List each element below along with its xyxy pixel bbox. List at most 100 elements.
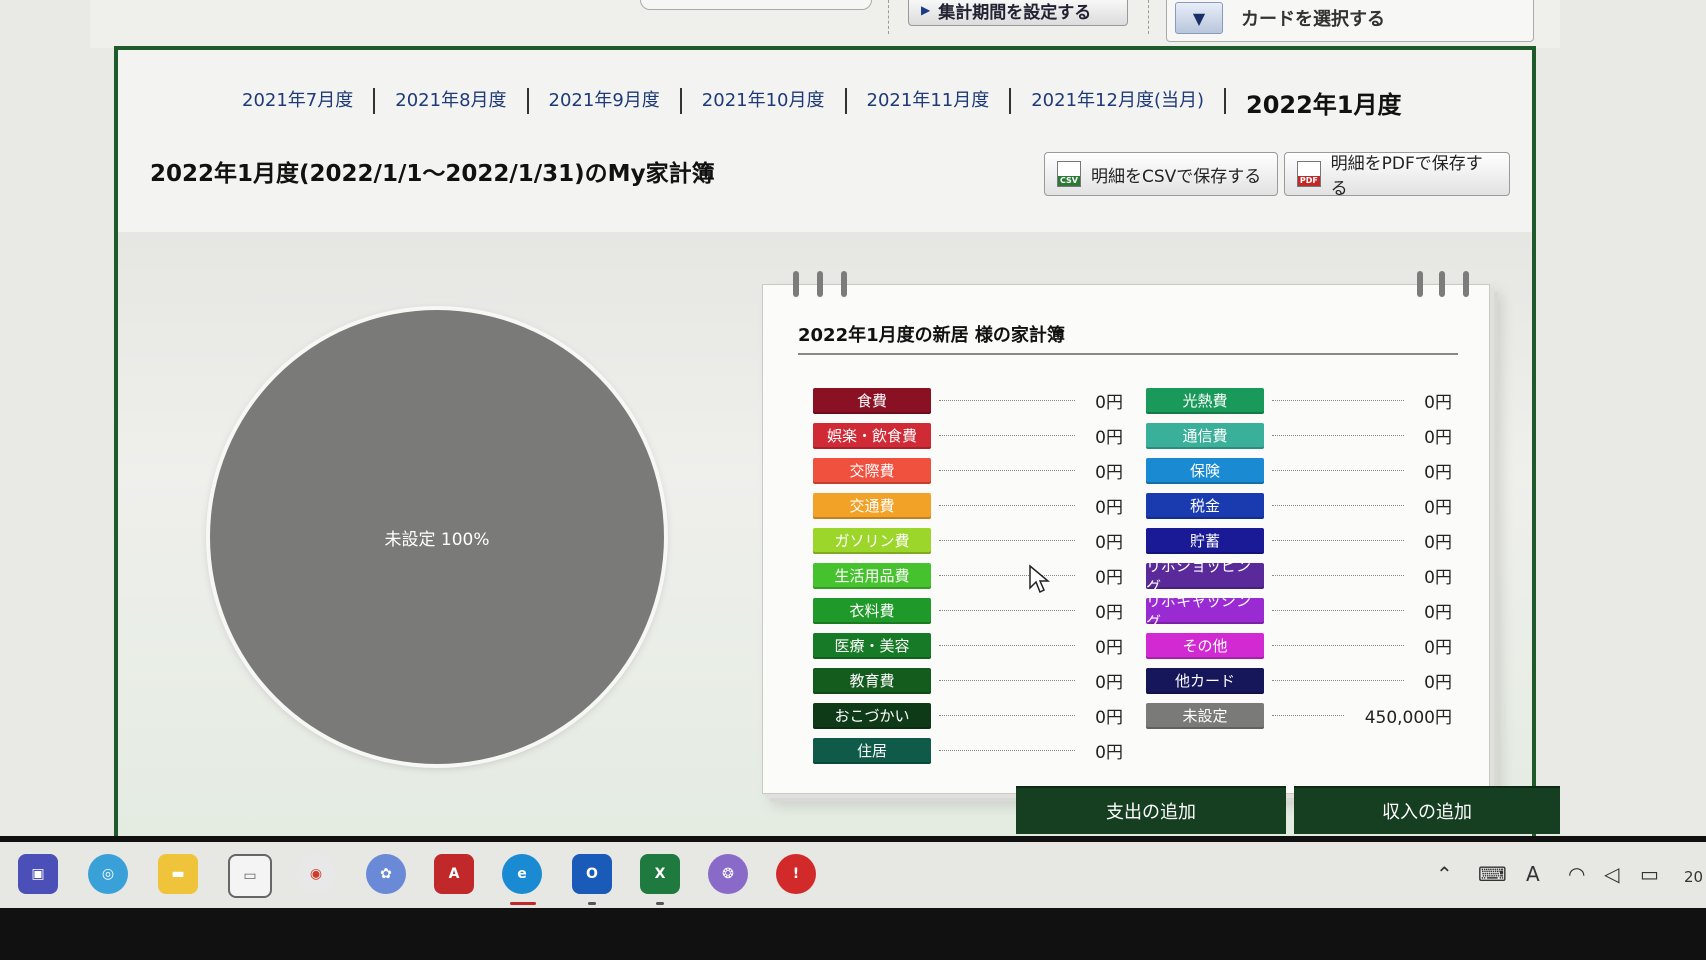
category-badge[interactable]: おこづかい [813, 702, 931, 729]
household-ledger-panel: 2021年7月度 2021年8月度 2021年9月度 2021年10月度 202… [114, 46, 1536, 840]
category-badge[interactable]: 娯楽・飲食費 [813, 422, 931, 449]
top-divider [888, 0, 889, 34]
globe-app-icon[interactable]: ◎ [88, 854, 128, 894]
category-amount: 0円 [1424, 603, 1452, 623]
category-badge[interactable]: 未設定 [1146, 702, 1264, 729]
category-row: 交通費 0円 [813, 488, 1123, 523]
category-row: 教育費 0円 [813, 663, 1123, 698]
dotted-leader [1272, 610, 1404, 611]
save-csv-label: 明細をCSVで保存する [1091, 166, 1262, 187]
category-row: 他カード 0円 [1146, 663, 1452, 698]
edge-active-indicator [510, 902, 536, 905]
file-explorer-icon[interactable]: ▬ [158, 854, 198, 894]
month-tab-2021-12[interactable]: 2021年12月度(当月) [1011, 88, 1226, 114]
category-amount: 0円 [1095, 638, 1123, 658]
category-amount: 450,000円 [1364, 708, 1452, 728]
acrobat-reader-icon[interactable]: A [434, 854, 474, 894]
category-badge[interactable]: 通信費 [1146, 422, 1264, 449]
ledger-title: 2022年1月度の新居 様の家計簿 [798, 325, 1065, 346]
category-amount: 0円 [1424, 533, 1452, 553]
csv-file-icon: CSV [1057, 161, 1081, 187]
dotted-leader [939, 715, 1075, 716]
clock[interactable]: 20 [1684, 868, 1703, 886]
category-amount: 0円 [1095, 428, 1123, 448]
dotted-leader [1272, 400, 1404, 401]
category-badge[interactable]: 衣料費 [813, 597, 931, 624]
month-tab-2021-07[interactable]: 2021年7月度 [242, 88, 376, 114]
category-badge[interactable]: 光熱費 [1146, 387, 1264, 414]
dotted-leader [1272, 470, 1404, 471]
month-tab-2021-09[interactable]: 2021年9月度 [529, 88, 682, 114]
windows-taskbar: ▣ ◎ ▬ ▭ ◉ ✿ A e O X ❂ ! ⌃ ⌨ A ◠ ◁ ▭ 20 [0, 836, 1706, 914]
category-badge[interactable]: 住居 [813, 737, 931, 764]
category-badge[interactable]: リボショッピング [1146, 557, 1264, 596]
category-badge[interactable]: ガソリン費 [813, 527, 931, 554]
dotted-leader [939, 540, 1075, 541]
battery-icon[interactable]: ▭ [1640, 862, 1659, 886]
category-row: その他 0円 [1146, 628, 1452, 663]
category-badge[interactable]: 生活用品費 [813, 562, 931, 589]
category-badge[interactable]: 食費 [813, 387, 931, 414]
month-tab-2021-10[interactable]: 2021年10月度 [682, 88, 847, 114]
category-badge[interactable]: 税金 [1146, 492, 1264, 519]
category-column-right: 光熱費 0円 通信費 0円 保険 0円 税金 0円 貯蓄 0円 リボショッピング 0円 リボキャッシング… [1146, 383, 1452, 733]
add-income-button[interactable]: 収入の追加 [1294, 786, 1560, 834]
partial-top-button[interactable] [640, 0, 872, 10]
dotted-leader [1272, 715, 1344, 716]
save-csv-button[interactable]: CSV 明細をCSVで保存する [1044, 152, 1278, 196]
outlook-icon[interactable]: O [572, 854, 612, 894]
category-row: リボショッピング 0円 [1146, 557, 1452, 596]
category-badge[interactable]: リボキャッシング [1146, 592, 1264, 631]
save-pdf-label: 明細をPDFで保存する [1330, 154, 1483, 199]
dotted-leader [939, 470, 1075, 471]
alert-app-icon[interactable]: ! [776, 854, 816, 894]
binder-ring-icon [793, 271, 799, 297]
dotted-leader [939, 575, 1075, 576]
chevron-up-icon[interactable]: ⌃ [1436, 862, 1453, 886]
category-badge[interactable]: 交際費 [813, 457, 931, 484]
keyboard-icon[interactable]: ⌨ [1478, 862, 1507, 886]
title-rule [798, 353, 1458, 355]
edge-browser-icon[interactable]: e [502, 854, 542, 894]
month-tab-2021-11[interactable]: 2021年11月度 [847, 88, 1012, 114]
category-amount: 0円 [1095, 603, 1123, 623]
category-badge[interactable]: その他 [1146, 632, 1264, 659]
category-badge[interactable]: 保険 [1146, 457, 1264, 484]
month-tabs: 2021年7月度 2021年8月度 2021年9月度 2021年10月度 202… [242, 88, 1422, 118]
category-column-left: 食費 0円 娯楽・飲食費 0円 交際費 0円 交通費 0円 ガソリン費 0円 生活用品費 0円 衣料費 0… [813, 383, 1123, 768]
category-badge[interactable]: 交通費 [813, 492, 931, 519]
excel-icon[interactable]: X [640, 854, 680, 894]
category-amount: 0円 [1095, 708, 1123, 728]
set-period-button[interactable]: ▶ 集計期間を設定する [908, 0, 1128, 26]
chrome-icon[interactable]: ◉ [296, 854, 336, 894]
dotted-leader [939, 400, 1075, 401]
window-app-icon[interactable]: ▭ [228, 854, 272, 898]
film-reel-icon[interactable]: ❂ [708, 854, 748, 894]
category-amount: 0円 [1095, 743, 1123, 763]
card-select-label: カードを選択する [1241, 9, 1385, 30]
speaker-icon[interactable]: ◁ [1604, 862, 1619, 886]
month-tab-2021-08[interactable]: 2021年8月度 [375, 88, 529, 114]
card-select-dropdown[interactable]: ▼ カードを選択する [1166, 0, 1534, 42]
category-row: 税金 0円 [1146, 488, 1452, 523]
category-row: 光熱費 0円 [1146, 383, 1452, 418]
category-amount: 0円 [1424, 498, 1452, 518]
category-amount: 0円 [1095, 463, 1123, 483]
paint-palette-icon[interactable]: ✿ [366, 854, 406, 894]
category-badge[interactable]: 医療・美容 [813, 632, 931, 659]
set-period-label: 集計期間を設定する [938, 2, 1092, 23]
teams-chat-icon[interactable]: ▣ [18, 854, 58, 894]
category-badge[interactable]: 貯蓄 [1146, 527, 1264, 554]
category-row: 医療・美容 0円 [813, 628, 1123, 663]
dotted-leader [939, 680, 1075, 681]
category-badge[interactable]: 他カード [1146, 667, 1264, 694]
outlook-running-indicator [588, 902, 596, 905]
dotted-leader [939, 645, 1075, 646]
wifi-icon[interactable]: ◠ [1568, 862, 1585, 886]
category-row: 貯蓄 0円 [1146, 523, 1452, 558]
add-expense-button[interactable]: 支出の追加 [1016, 786, 1286, 834]
category-badge[interactable]: 教育費 [813, 667, 931, 694]
dotted-leader [1272, 680, 1404, 681]
ime-mode-icon[interactable]: A [1526, 862, 1540, 886]
save-pdf-button[interactable]: PDF 明細をPDFで保存する [1284, 152, 1510, 199]
